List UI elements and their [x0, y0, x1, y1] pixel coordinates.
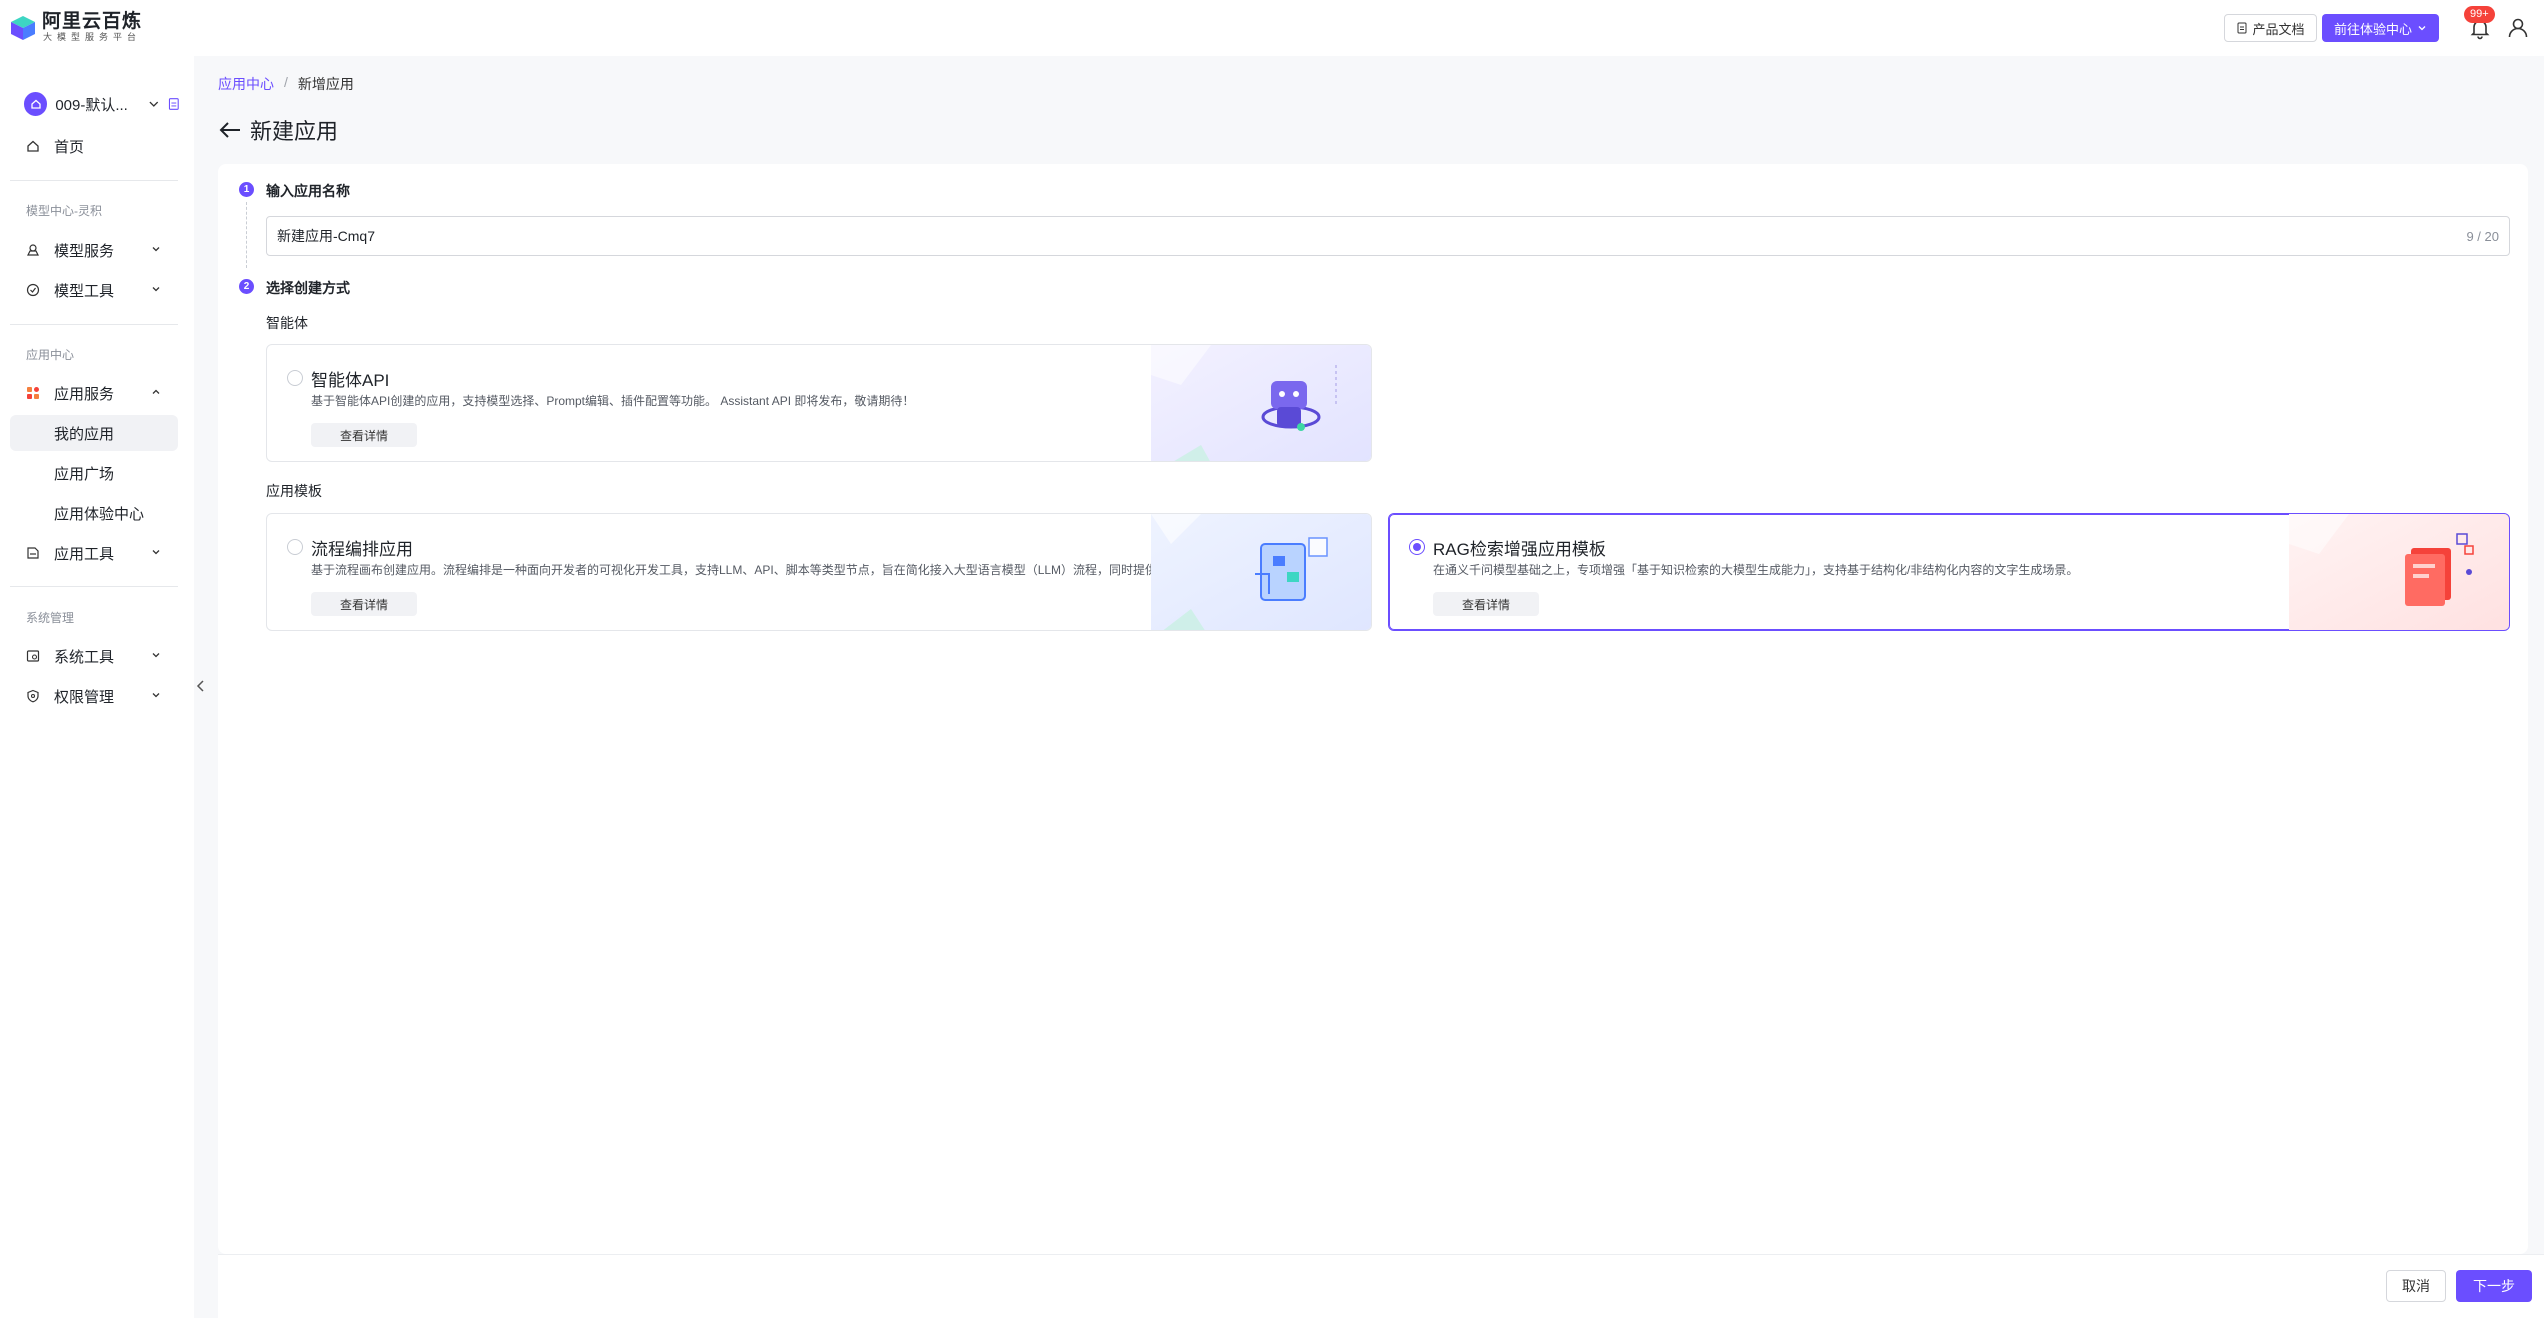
workspace-switcher[interactable]: 009-默认...: [24, 90, 180, 118]
workspace-doc-icon[interactable]: [168, 97, 180, 111]
sidebar-item-model-tools[interactable]: 模型工具: [10, 272, 178, 308]
chevron-down-icon[interactable]: [147, 97, 161, 111]
option-radio[interactable]: [1409, 539, 1425, 555]
experience-center-label: 前往体验中心: [2333, 21, 2412, 37]
sidebar-item-my-apps[interactable]: 我的应用: [10, 415, 178, 451]
sidebar-divider: [10, 586, 178, 587]
system-tools-icon: [26, 650, 40, 662]
brand-logo[interactable]: 阿里云百炼 大模型服务平台: [10, 12, 142, 43]
sidebar-collapse-button[interactable]: [194, 672, 208, 700]
robot-illustration-icon: [1151, 345, 1371, 461]
breadcrumb-parent-link[interactable]: 应用中心: [218, 74, 274, 94]
option-description: 基于流程画布创建应用。流程编排是一种面向开发者的可视化开发工具，支持LLM、AP…: [311, 563, 1240, 577]
workspace-avatar: [24, 92, 48, 116]
option-description: 在通义千问模型基础之上，专项增强「基于知识检索的大模型生成能力」，支持基于结构化…: [1433, 563, 2079, 577]
user-icon[interactable]: [2506, 16, 2530, 40]
page-header: 新建应用: [218, 114, 338, 146]
home-icon: [27, 140, 39, 152]
chevron-down-icon: [2418, 26, 2426, 31]
top-bar: 阿里云百炼 大模型服务平台 产品文档 前往体验中心 99+: [0, 0, 2544, 56]
cancel-button[interactable]: 取消: [2386, 1270, 2446, 1302]
step-2-label: 选择创建方式: [266, 280, 350, 296]
option-agent-api[interactable]: 智能体API 基于智能体API创建的应用，支持模型选择、Prompt编辑、插件配…: [266, 344, 1372, 462]
sidebar-item-system-tools[interactable]: 系统工具: [10, 638, 178, 674]
chevron-down-icon: [152, 287, 160, 292]
sidebar-item-app-tools[interactable]: 应用工具: [10, 535, 178, 571]
section-template-label: 应用模板: [266, 483, 322, 499]
notification-badge: 99+: [2464, 6, 2495, 23]
sidebar-item-permission[interactable]: 权限管理: [10, 678, 178, 714]
footer-bar: [218, 1254, 2544, 1318]
app-tools-icon: [27, 547, 39, 559]
group-label-system: 系统管理: [26, 611, 75, 625]
breadcrumb-separator: /: [284, 74, 288, 90]
app-service-icon: [27, 387, 39, 399]
sidebar-item-label: 权限管理: [54, 688, 115, 706]
chevron-down-icon: [152, 653, 160, 658]
breadcrumb-current: 新增应用: [297, 76, 354, 92]
sidebar-item-label: 模型工具: [54, 282, 115, 300]
sidebar-divider: [10, 324, 178, 325]
sidebar: 009-默认... 首页 模型中心-灵积 模型服务 模型工具 应用中心 应用服务…: [0, 56, 194, 1318]
workspace-name: 009-默认...: [55, 96, 128, 114]
option-title: 智能体API: [311, 371, 390, 390]
product-docs-label: 产品文档: [2252, 21, 2305, 37]
sidebar-divider: [10, 180, 178, 181]
brand-subtitle: 大模型服务平台: [43, 32, 142, 42]
step-1-label: 输入应用名称: [266, 183, 350, 199]
create-app-form: 1 输入应用名称 9 / 20 2 选择创建方式 智能体 智能体API 基于智能…: [218, 164, 2528, 1254]
chevron-down-icon: [152, 247, 160, 252]
sidebar-item-label: 模型服务: [54, 242, 115, 260]
option-radio[interactable]: [287, 370, 303, 386]
sidebar-item-home[interactable]: 首页: [10, 128, 178, 164]
brand-title: 阿里云百炼: [42, 11, 143, 32]
group-label-app: 应用中心: [26, 348, 75, 362]
option-title: RAG检索增强应用模板: [1433, 540, 1606, 559]
experience-center-button[interactable]: 前往体验中心: [2322, 14, 2439, 42]
option-rag-template[interactable]: RAG检索增强应用模板 在通义千问模型基础之上，专项增强「基于知识检索的大模型生…: [1388, 513, 2510, 631]
rag-book-illustration-icon: [2289, 514, 2509, 630]
document-icon: [2237, 22, 2247, 34]
option-title: 流程编排应用: [311, 540, 413, 559]
sidebar-item-label: 首页: [54, 138, 85, 156]
sidebar-item-label: 应用服务: [54, 385, 115, 403]
sidebar-item-app-square[interactable]: 应用广场: [10, 455, 178, 491]
chevron-down-icon: [152, 693, 160, 698]
product-docs-button[interactable]: 产品文档: [2224, 14, 2317, 42]
page-title: 新建应用: [250, 119, 339, 144]
group-label-model: 模型中心-灵积: [26, 204, 102, 218]
step-1-indicator: 1: [239, 182, 254, 197]
sidebar-item-label: 系统工具: [54, 648, 115, 666]
sidebar-item-model-service[interactable]: 模型服务: [10, 232, 178, 268]
app-name-char-count: 9 / 20: [2466, 228, 2499, 244]
chevron-left-icon: [196, 680, 204, 692]
home-icon: [31, 99, 41, 109]
view-details-button[interactable]: 查看详情: [1433, 592, 1539, 616]
model-service-icon: [27, 244, 39, 256]
model-tools-icon: [26, 283, 40, 297]
option-flow-app[interactable]: 流程编排应用 基于流程画布创建应用。流程编排是一种面向开发者的可视化开发工具，支…: [266, 513, 1372, 631]
section-agent-label: 智能体: [266, 315, 308, 331]
view-details-button[interactable]: 查看详情: [311, 423, 417, 447]
flow-illustration-icon: [1151, 514, 1371, 630]
breadcrumb: 应用中心 / 新增应用: [218, 74, 354, 94]
cube-logo-icon: [11, 15, 35, 40]
step-2-indicator: 2: [239, 279, 254, 294]
sidebar-item-label: 应用工具: [54, 545, 115, 563]
step-connector: [246, 202, 247, 268]
sidebar-item-app-experience[interactable]: 应用体验中心: [10, 495, 178, 531]
option-description: 基于智能体API创建的应用，支持模型选择、Prompt编辑、插件配置等功能。 A…: [311, 394, 915, 408]
app-name-input[interactable]: [277, 228, 2467, 244]
chevron-down-icon: [152, 550, 160, 555]
app-name-field[interactable]: 9 / 20: [266, 216, 2510, 256]
chevron-up-icon: [152, 389, 160, 394]
shield-icon: [27, 689, 39, 703]
option-radio[interactable]: [287, 539, 303, 555]
view-details-button[interactable]: 查看详情: [311, 592, 417, 616]
sidebar-item-app-service[interactable]: 应用服务: [10, 375, 178, 411]
back-arrow-icon[interactable]: [218, 120, 242, 140]
next-step-button[interactable]: 下一步: [2456, 1270, 2532, 1302]
